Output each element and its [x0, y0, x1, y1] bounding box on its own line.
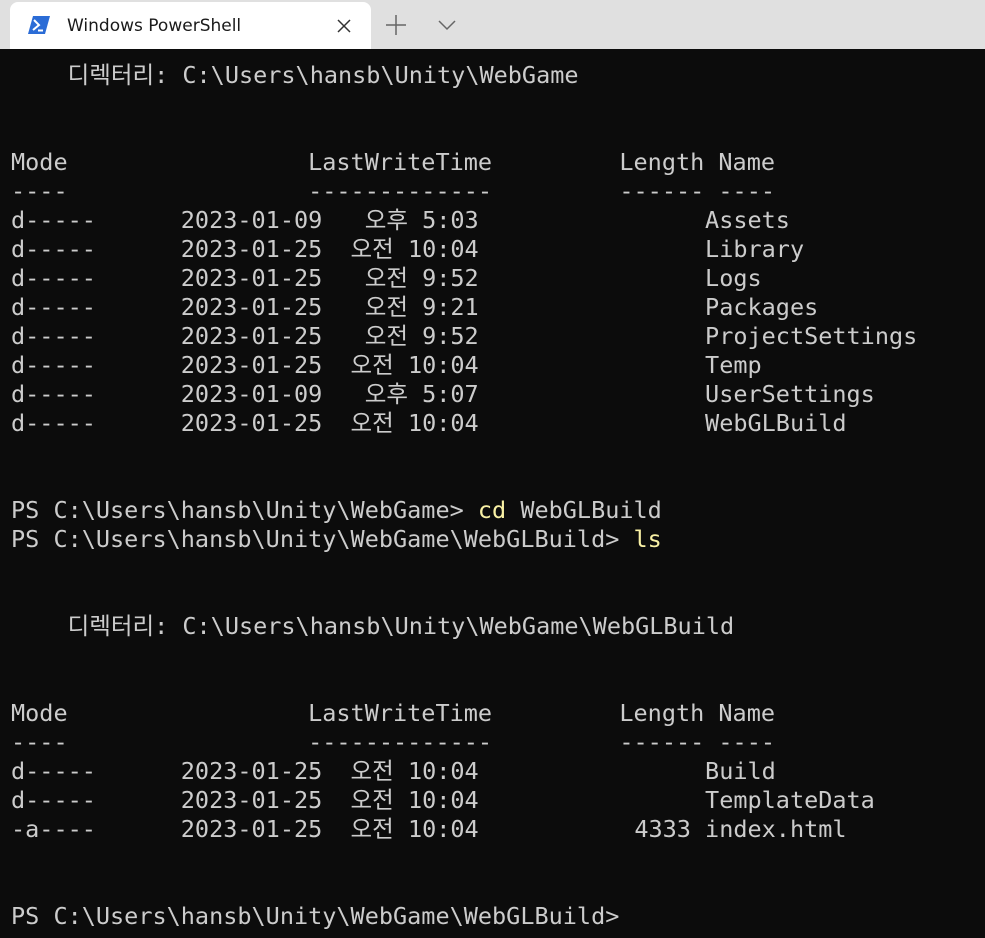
tab-title: Windows PowerShell [67, 16, 242, 36]
command-text: ls [633, 525, 662, 553]
prompt-text: PS C:\Users\hansb\Unity\WebGame> [11, 496, 478, 524]
plus-icon[interactable] [383, 12, 409, 38]
output-line: d----- 2023-01-25 오전 9:52 Logs [11, 264, 762, 292]
close-icon[interactable] [335, 17, 353, 35]
output-line: d----- 2023-01-25 오전 10:04 Build [11, 757, 776, 785]
output-line: 디렉터리: C:\Users\hansb\Unity\WebGame [11, 61, 579, 89]
powershell-icon [28, 16, 50, 34]
prompt-text: PS C:\Users\hansb\Unity\WebGame\WebGLBui… [11, 902, 634, 930]
output-line: 디렉터리: C:\Users\hansb\Unity\WebGame\WebGL… [11, 612, 735, 640]
output-line: Mode LastWriteTime Length Name [11, 148, 776, 176]
output-line: -a---- 2023-01-25 오전 10:04 4333 index.ht… [11, 815, 847, 843]
prompt-line: PS C:\Users\hansb\Unity\WebGame\WebGLBui… [11, 525, 662, 554]
tab-windows-powershell[interactable]: Windows PowerShell [10, 2, 371, 49]
output-line: d----- 2023-01-25 오전 10:04 Temp [11, 351, 762, 379]
prompt-text: PS C:\Users\hansb\Unity\WebGame\WebGLBui… [11, 525, 634, 553]
tab-bar: Windows PowerShell [0, 0, 985, 49]
output-line: d----- 2023-01-25 오전 10:04 Library [11, 235, 805, 263]
output-line: d----- 2023-01-09 오후 5:07 UserSettings [11, 380, 875, 408]
output-line: d----- 2023-01-25 오전 10:04 WebGLBuild [11, 409, 847, 437]
command-args: WebGLBuild [506, 496, 662, 524]
terminal-output[interactable]: 디렉터리: C:\Users\hansb\Unity\WebGame Mode L… [11, 49, 985, 938]
output-line: ---- ------------- ------ ---- [11, 728, 776, 756]
output-line: d----- 2023-01-25 오전 9:21 Packages [11, 293, 819, 321]
chevron-down-icon[interactable] [435, 14, 459, 36]
prompt-line: PS C:\Users\hansb\Unity\WebGame\WebGLBui… [11, 902, 634, 931]
output-line: Mode LastWriteTime Length Name [11, 699, 776, 727]
command-text: cd [477, 496, 507, 524]
output-line: ---- ------------- ------ ---- [11, 177, 776, 205]
output-line: d----- 2023-01-25 오전 9:52 ProjectSetting… [11, 322, 918, 350]
output-line: d----- 2023-01-25 오전 10:04 TemplateData [11, 786, 875, 814]
output-line: d----- 2023-01-09 오후 5:03 Assets [11, 206, 790, 234]
prompt-line: PS C:\Users\hansb\Unity\WebGame> cd WebG… [11, 496, 662, 525]
